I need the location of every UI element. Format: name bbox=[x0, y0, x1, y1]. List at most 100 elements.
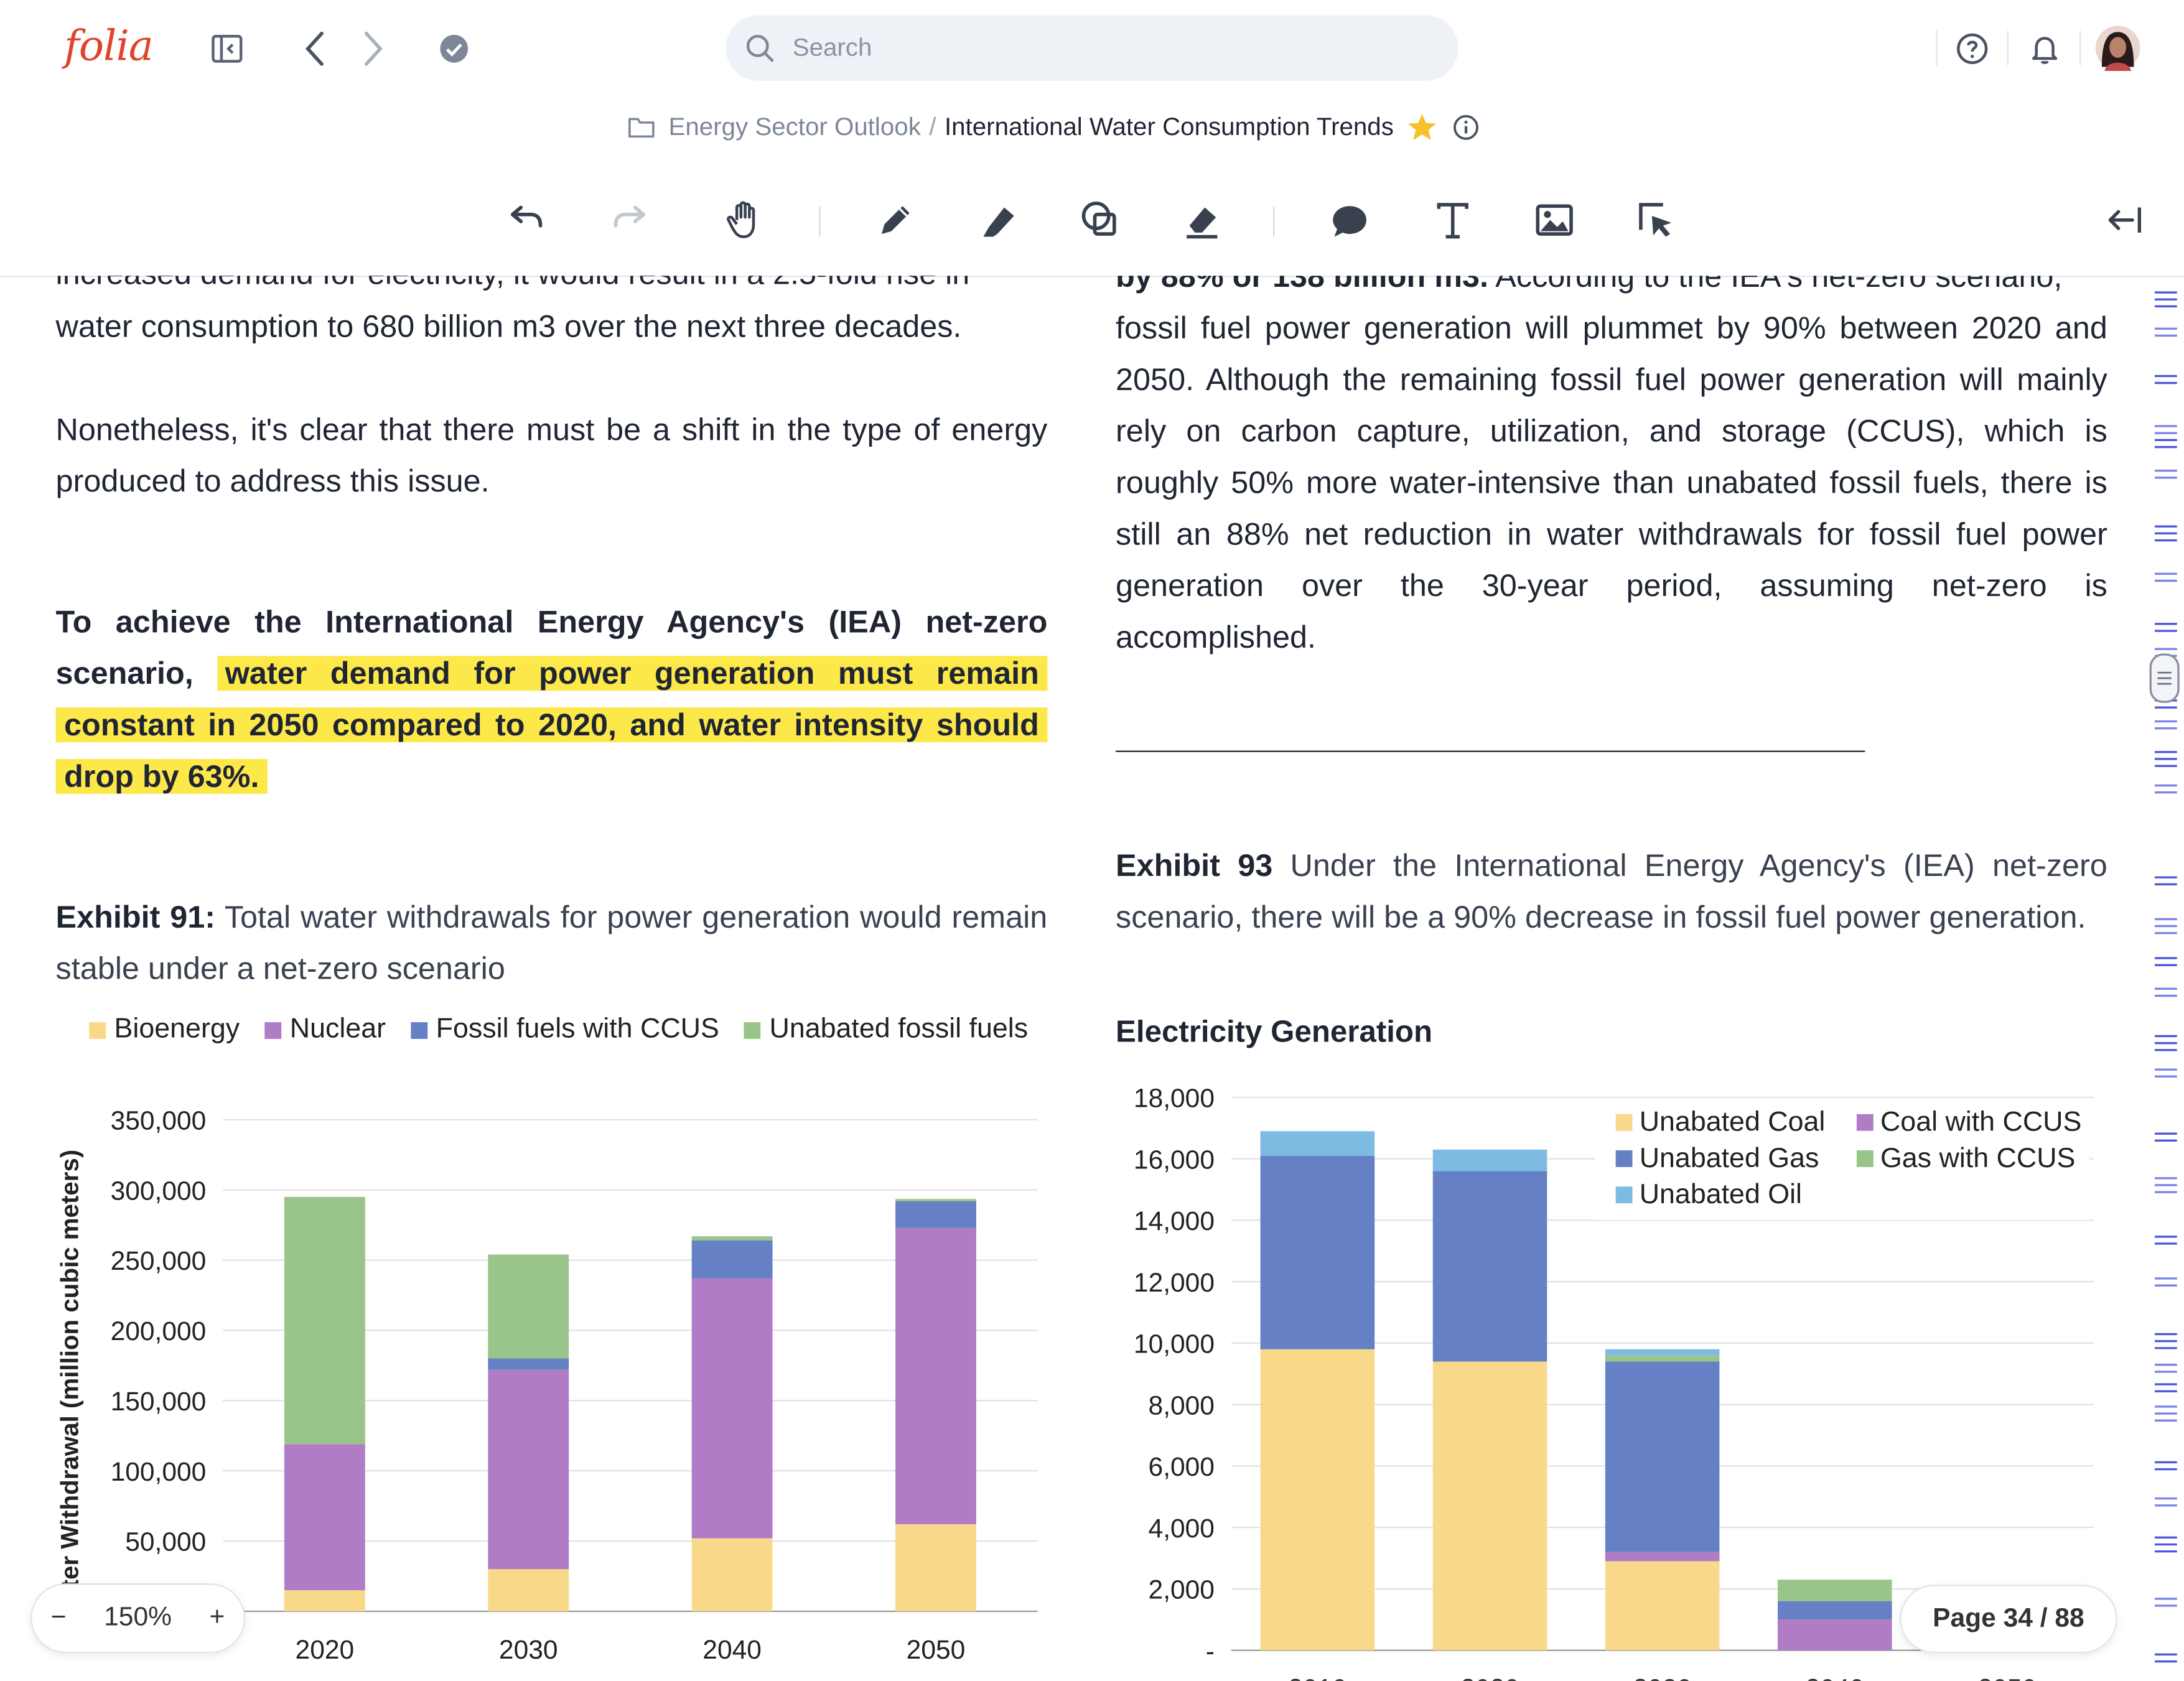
legend-label: Fossil fuels with CCUS bbox=[436, 1013, 719, 1045]
divider bbox=[2079, 30, 2081, 66]
redo-icon[interactable] bbox=[609, 200, 650, 240]
exhibit-91-caption: Exhibit 91: Total water withdrawals for … bbox=[56, 892, 1048, 995]
body-text: water consumption to 680 billion m3 over… bbox=[55, 309, 962, 344]
y-tick-label: 2,000 bbox=[1149, 1575, 1215, 1605]
bar-segment bbox=[1432, 1149, 1547, 1171]
pen-icon[interactable] bbox=[874, 198, 918, 243]
bar-segment bbox=[488, 1254, 569, 1359]
legend-swatch bbox=[1615, 1186, 1633, 1204]
bar-segment bbox=[488, 1369, 569, 1570]
legend-swatch bbox=[1615, 1150, 1633, 1167]
legend-label: Gas with CCUS bbox=[1880, 1142, 2075, 1173]
bar-segment bbox=[1605, 1561, 1720, 1651]
bar-segment bbox=[488, 1358, 569, 1370]
legend-swatch bbox=[744, 1021, 762, 1038]
legend-item: Nuclear bbox=[264, 1014, 386, 1046]
legend-item: Unabated fossil fuels bbox=[744, 1014, 1028, 1046]
page-thumbnail-scrollbar[interactable] bbox=[2145, 276, 2184, 1681]
bar-segment bbox=[691, 1240, 773, 1278]
select-icon[interactable] bbox=[1634, 198, 1679, 243]
y-tick-label: 100,000 bbox=[111, 1457, 207, 1487]
y-tick-label: 18,000 bbox=[1134, 1084, 1215, 1114]
folia-logo[interactable]: folia bbox=[64, 22, 154, 71]
y-tick-label: 8,000 bbox=[1149, 1390, 1215, 1420]
key-finding-text: To achieve the International Energy Agen… bbox=[55, 596, 1048, 802]
y-tick-label: 350,000 bbox=[111, 1106, 207, 1135]
comment-icon[interactable] bbox=[1327, 199, 1372, 244]
legend-swatch bbox=[1856, 1150, 1874, 1167]
document-title: International Water Consumption Trends bbox=[944, 113, 1394, 141]
cut-line-rest: According to the IEA's net-zero scenario… bbox=[1488, 276, 2063, 294]
page-indicator[interactable]: Page 34 / 88 bbox=[1900, 1585, 2117, 1654]
x-tick-label: 2020 bbox=[296, 1635, 355, 1665]
x-tick-label: 2050 bbox=[1978, 1674, 2037, 1681]
eraser-icon[interactable] bbox=[1180, 198, 1225, 243]
breadcrumb-separator: / bbox=[929, 113, 936, 141]
body-text: increased demand for electricity, it wou… bbox=[56, 276, 1048, 299]
notification-bell-icon[interactable] bbox=[2027, 30, 2063, 67]
x-tick-label: 2030 bbox=[1633, 1674, 1692, 1681]
y-tick-label: - bbox=[1206, 1636, 1215, 1666]
bar-segment bbox=[691, 1236, 773, 1241]
y-tick-label: 200,000 bbox=[111, 1316, 207, 1346]
body-text: fossil fuel power generation will plumme… bbox=[1116, 310, 2107, 655]
undo-icon[interactable] bbox=[506, 200, 548, 240]
y-tick-label: 250,000 bbox=[111, 1246, 207, 1276]
exhibit-label: Exhibit 93 bbox=[1116, 848, 1273, 883]
toggle-sidebar-icon[interactable] bbox=[209, 30, 245, 67]
search-input[interactable]: Search bbox=[726, 15, 1458, 81]
y-tick-label: 14,000 bbox=[1134, 1206, 1215, 1236]
bar-segment bbox=[1605, 1552, 1720, 1562]
y-tick-label: 4,000 bbox=[1149, 1514, 1215, 1544]
exhibit-93-caption: Exhibit 93 Under the International Energ… bbox=[1116, 840, 2107, 943]
help-icon[interactable] bbox=[1954, 30, 1990, 67]
bar-segment bbox=[1260, 1131, 1375, 1156]
body-text: Nonetheless, it's clear that there must … bbox=[55, 412, 1048, 499]
bar-segment bbox=[1432, 1361, 1547, 1651]
y-tick-label: 12,000 bbox=[1134, 1268, 1215, 1298]
y-tick-label: 300,000 bbox=[111, 1176, 207, 1206]
shapes-icon[interactable] bbox=[1078, 198, 1123, 243]
legend-swatch bbox=[264, 1021, 282, 1038]
bar-segment bbox=[284, 1590, 365, 1611]
collapse-panel-icon[interactable] bbox=[2103, 200, 2145, 240]
legend-swatch bbox=[1856, 1114, 1874, 1131]
bar-segment bbox=[1605, 1349, 1720, 1356]
chart-title: Electricity Generation bbox=[1116, 1013, 1433, 1049]
bar-segment bbox=[691, 1538, 773, 1611]
image-icon[interactable] bbox=[1532, 198, 1577, 243]
bar-segment bbox=[691, 1278, 773, 1539]
x-tick-label: 2050 bbox=[907, 1635, 966, 1665]
legend-label: Nuclear bbox=[289, 1013, 386, 1045]
back-chevron-icon[interactable] bbox=[297, 28, 333, 70]
zoom-level[interactable]: 150% bbox=[104, 1603, 172, 1634]
y-tick-label: 16,000 bbox=[1134, 1145, 1215, 1175]
legend-label: Bioenergy bbox=[114, 1013, 240, 1045]
bar-segment bbox=[1777, 1601, 1892, 1620]
bar-segment bbox=[1260, 1349, 1375, 1651]
x-tick-label: 2030 bbox=[499, 1635, 558, 1665]
favorite-star-icon[interactable] bbox=[1406, 113, 1437, 142]
zoom-in-button[interactable]: + bbox=[210, 1603, 225, 1634]
section-divider bbox=[1116, 750, 1865, 752]
y-axis-label: Water Withdrawal (million cubic meters) bbox=[55, 1150, 83, 1625]
highlighter-icon[interactable] bbox=[976, 198, 1021, 243]
zoom-out-button[interactable]: − bbox=[51, 1603, 67, 1634]
bar-segment bbox=[895, 1201, 976, 1228]
hand-pan-icon[interactable] bbox=[723, 197, 770, 244]
chart-legend: Bioenergy Nuclear Fossil fuels with CCUS… bbox=[89, 1014, 1028, 1046]
text-icon[interactable] bbox=[1430, 198, 1475, 243]
legend-label: Unabated Oil bbox=[1640, 1178, 1802, 1209]
divider bbox=[2007, 30, 2009, 66]
breadcrumb-parent[interactable]: Energy Sector Outlook bbox=[668, 113, 920, 142]
forward-chevron-icon[interactable] bbox=[355, 28, 391, 70]
x-tick-label: 2020 bbox=[1460, 1674, 1519, 1681]
bar-segment bbox=[1605, 1355, 1720, 1362]
info-icon[interactable] bbox=[1452, 114, 1479, 141]
legend-label: Unabated fossil fuels bbox=[769, 1013, 1029, 1045]
bar-segment bbox=[284, 1444, 365, 1591]
highlight-annotation[interactable]: water demand for power generation must r… bbox=[55, 656, 1048, 794]
top-bar: folia Search bbox=[0, 0, 2184, 98]
y-tick-label: 10,000 bbox=[1134, 1329, 1215, 1359]
user-avatar[interactable] bbox=[2095, 25, 2141, 72]
